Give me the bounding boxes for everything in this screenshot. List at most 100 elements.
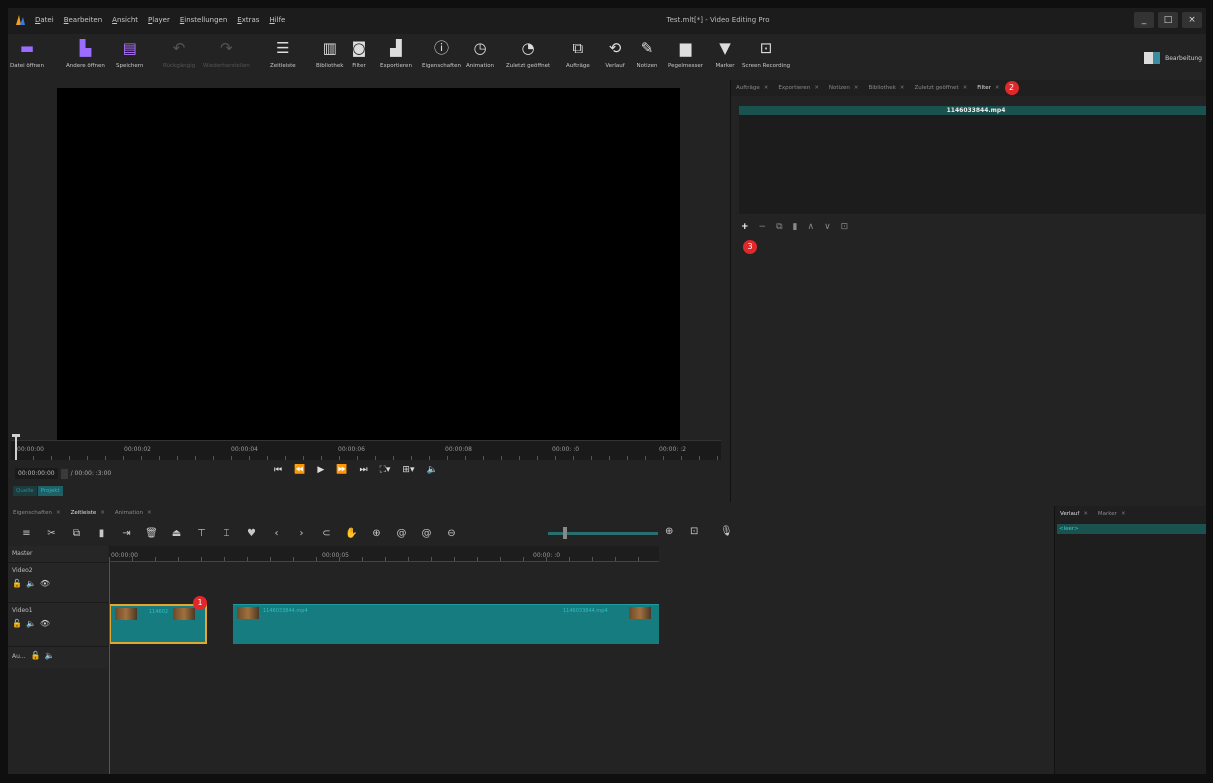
remove-filter-icon[interactable]: −	[759, 222, 767, 232]
close-tab-icon[interactable]: ✕	[814, 85, 819, 91]
track-video1[interactable]: Video1 🔓🔈👁	[8, 602, 108, 646]
prev-marker-icon[interactable]: ‹	[264, 528, 289, 539]
jobs-button[interactable]: ⧉ Aufträge	[566, 37, 590, 77]
clip-main[interactable]: 1146033844.mp4 1146033844.mp4	[233, 604, 659, 644]
tab-auftraege[interactable]: Aufträge ✕	[731, 85, 773, 91]
filter-button[interactable]: ◙ Filter	[348, 37, 370, 77]
tab-zuletzt-geoeffnet[interactable]: Zuletzt geöffnet ✕	[910, 85, 973, 91]
tab-notizen[interactable]: Notizen ✕	[824, 85, 864, 91]
timeline-ruler[interactable]: 00:00:00 00:00:05 00:00: :0	[109, 546, 659, 562]
overwrite-icon[interactable]: ⊤	[189, 528, 214, 539]
lift-icon[interactable]: ⏏	[164, 528, 189, 539]
redo-button[interactable]: ↷ Wiederherstellen	[203, 37, 250, 77]
tab-marker[interactable]: Marker ✕	[1093, 511, 1131, 517]
animation-button[interactable]: ◷ Animation	[466, 37, 494, 77]
copy-filter-icon[interactable]: ⧉	[776, 222, 782, 232]
tab-bibliothek[interactable]: Bibliothek ✕	[863, 85, 909, 91]
marker-button[interactable]: ▼ Marker	[714, 37, 736, 77]
player-ruler[interactable]: 00:00:00 00:00:02 00:00:04 00:00:06 00:00:08…	[11, 440, 721, 460]
filter-list[interactable]: 1146033844.mp4	[739, 106, 1206, 214]
skip-end-icon[interactable]: ⏭	[359, 465, 367, 475]
tab-exportieren[interactable]: Exportieren ✕	[773, 85, 824, 91]
close-tab-icon[interactable]: ✕	[995, 85, 1000, 91]
close-tab-icon[interactable]: ✕	[900, 85, 905, 91]
save-button[interactable]: ▤ Speichern	[116, 37, 143, 77]
tab-quelle[interactable]: Quelle	[13, 486, 37, 496]
timeline-button[interactable]: ☰ Zeitleiste	[270, 37, 296, 77]
timeline-playhead[interactable]	[109, 562, 110, 774]
deselect-filter-icon[interactable]: ⊡	[841, 222, 849, 232]
menu-icon[interactable]: ≡	[14, 528, 39, 539]
export-button[interactable]: ▟ Exportieren	[380, 37, 412, 77]
zoom-in-icon[interactable]: ⊕	[665, 526, 673, 537]
history-item[interactable]: <leer>	[1057, 524, 1206, 534]
folder-button[interactable]: ▬ Datei öffnen	[10, 37, 44, 77]
close-tab-icon[interactable]: ✕	[1083, 511, 1088, 517]
tab-zeitleiste[interactable]: Zeitleiste ✕	[66, 510, 110, 516]
grid-icon[interactable]: ⊞▾	[402, 465, 414, 475]
menu-extras[interactable]: Extras	[232, 16, 264, 24]
ripple-icon[interactable]: ⊕	[364, 528, 389, 539]
cut-icon[interactable]: ✂	[39, 528, 64, 539]
track-controls-icon[interactable]: 🔓🔈👁	[12, 619, 104, 628]
close-tab-icon[interactable]: ✕	[963, 85, 968, 91]
minimize-button[interactable]: _	[1134, 12, 1154, 28]
tab-eigenschaften[interactable]: Eigenschaften ✕	[8, 510, 66, 516]
rewind-icon[interactable]: ⏪	[294, 465, 305, 475]
zoom-fit-icon[interactable]: ⊡	[690, 526, 698, 537]
zoom-view-icon[interactable]: ⛶▾	[380, 465, 391, 475]
marker-icon[interactable]: ♥	[239, 528, 264, 539]
clip-selected[interactable]: 114602	[109, 604, 207, 644]
close-button[interactable]: ×	[1182, 12, 1202, 28]
scrub-icon[interactable]: ✋	[339, 528, 364, 539]
ripple-markers-icon[interactable]: @	[414, 528, 439, 539]
video-preview[interactable]	[57, 88, 680, 440]
add-filter-icon[interactable]: +	[741, 222, 749, 232]
maximize-button[interactable]: □	[1158, 12, 1178, 28]
track-controls-icon[interactable]: 🔓🔈👁	[12, 579, 104, 588]
zoom-slider-handle[interactable]	[563, 527, 567, 539]
close-tab-icon[interactable]: ✕	[147, 510, 152, 516]
zoom-out-icon[interactable]: ⊖	[439, 528, 464, 539]
move-down-icon[interactable]: ∨	[824, 222, 831, 232]
append-icon[interactable]: ⇥	[114, 528, 139, 539]
close-tab-icon[interactable]: ✕	[764, 85, 769, 91]
library-button[interactable]: ▥ Bibliothek	[316, 37, 343, 77]
menu-einstellungen[interactable]: Einstellungen	[175, 16, 232, 24]
position-spinner[interactable]	[60, 468, 68, 479]
fast-forward-icon[interactable]: ⏩	[336, 465, 347, 475]
ripple-all-icon[interactable]: @	[389, 528, 414, 539]
play-icon[interactable]: ▶	[317, 465, 324, 475]
history-button[interactable]: ⟲ Verlauf	[604, 37, 626, 77]
move-up-icon[interactable]: ∧	[807, 222, 814, 232]
meter-button[interactable]: ▆ Pegelmesser	[668, 37, 703, 77]
volume-icon[interactable]: 🔈	[426, 465, 437, 475]
position-field[interactable]: 00:00:00:00	[15, 468, 58, 479]
recent-button[interactable]: ◔ Zuletzt geöffnet	[506, 37, 550, 77]
delete-icon[interactable]: 🗑	[139, 528, 164, 539]
properties-button[interactable]: ⓘ Eigenschaften	[422, 37, 461, 77]
menu-player[interactable]: Player	[143, 16, 175, 24]
paste-filter-icon[interactable]: ▮	[793, 222, 798, 232]
tab-filter[interactable]: Filter ✕	[972, 85, 1004, 91]
player-playhead[interactable]	[12, 434, 20, 460]
copy-icon[interactable]: ⧉	[64, 528, 89, 539]
paste-icon[interactable]: ▮	[89, 528, 114, 539]
close-tab-icon[interactable]: ✕	[56, 510, 61, 516]
timeline-area[interactable]: 114602 1 1146033844.mp4 1146033844.mp4	[109, 562, 659, 774]
menu-bearbeiten[interactable]: Bearbeiten	[59, 16, 107, 24]
split-icon[interactable]: ⌶	[214, 528, 239, 539]
record-audio-icon[interactable]: 🎙	[720, 526, 733, 537]
notes-button[interactable]: ✎ Notizen	[636, 37, 658, 77]
undo-button[interactable]: ↶ Rückgängig	[163, 37, 195, 77]
menu-datei[interactable]: Datei	[30, 16, 59, 24]
tab-animation[interactable]: Animation ✕	[110, 510, 157, 516]
master-track-header[interactable]: Master	[8, 546, 108, 562]
close-tab-icon[interactable]: ✕	[100, 510, 105, 516]
close-tab-icon[interactable]: ✕	[1121, 511, 1126, 517]
track-controls-icon[interactable]: 🔓🔈	[31, 651, 59, 660]
tab-verlauf[interactable]: Verlauf ✕	[1055, 511, 1093, 517]
close-tab-icon[interactable]: ✕	[854, 85, 859, 91]
layout-switcher[interactable]: Bearbeitung	[1142, 48, 1202, 68]
tab-projekt[interactable]: Projekt	[37, 486, 63, 496]
